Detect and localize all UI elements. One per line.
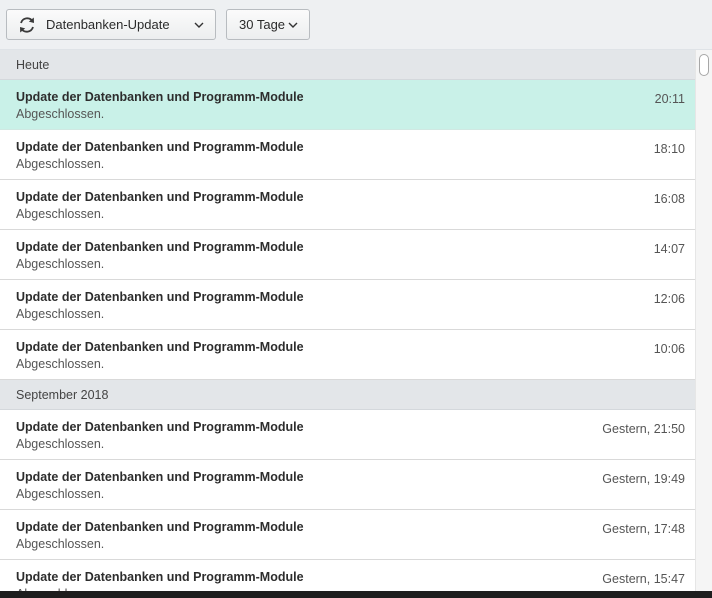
list-item[interactable]: Update der Datenbanken und Programm-Modu…: [0, 510, 695, 560]
item-time: Gestern, 15:47: [602, 572, 685, 586]
item-time: 12:06: [653, 292, 685, 306]
chevron-down-icon: [194, 21, 204, 29]
item-status: Abgeschlossen.: [16, 107, 105, 121]
item-time: 20:11: [654, 92, 685, 106]
item-status: Abgeschlossen.: [16, 357, 105, 371]
item-status: Abgeschlossen.: [16, 257, 105, 271]
item-status: Abgeschlossen.: [16, 487, 105, 501]
item-time: 10:06: [653, 342, 685, 356]
item-title: Update der Datenbanken und Programm-Modu…: [16, 240, 304, 254]
section-header: September 2018: [0, 380, 695, 410]
item-title: Update der Datenbanken und Programm-Modu…: [16, 290, 304, 304]
period-label: 30 Tage: [239, 17, 286, 32]
bottom-edge: [0, 591, 712, 598]
item-title: Update der Datenbanken und Programm-Modu…: [16, 190, 304, 204]
list-item[interactable]: Update der Datenbanken und Programm-Modu…: [0, 230, 695, 280]
list-item[interactable]: Update der Datenbanken und Programm-Modu…: [0, 410, 695, 460]
list-item[interactable]: Update der Datenbanken und Programm-Modu…: [0, 280, 695, 330]
item-time: Gestern, 21:50: [602, 422, 685, 436]
item-title: Update der Datenbanken und Programm-Modu…: [16, 340, 304, 354]
section-header: Heute: [0, 50, 695, 80]
list-item[interactable]: Update der Datenbanken und Programm-Modu…: [0, 80, 695, 130]
item-time: Gestern, 19:49: [602, 472, 685, 486]
scrollbar-thumb[interactable]: [699, 54, 709, 76]
item-title: Update der Datenbanken und Programm-Modu…: [16, 140, 304, 154]
update-type-dropdown[interactable]: Datenbanken-Update: [6, 9, 216, 40]
list-item[interactable]: Update der Datenbanken und Programm-Modu…: [0, 180, 695, 230]
list-item[interactable]: Update der Datenbanken und Programm-Modu…: [0, 560, 695, 591]
update-type-label: Datenbanken-Update: [46, 17, 170, 32]
item-title: Update der Datenbanken und Programm-Modu…: [16, 520, 304, 534]
list-item[interactable]: Update der Datenbanken und Programm-Modu…: [0, 330, 695, 380]
item-title: Update der Datenbanken und Programm-Modu…: [16, 420, 304, 434]
list-item[interactable]: Update der Datenbanken und Programm-Modu…: [0, 130, 695, 180]
vertical-scrollbar[interactable]: [695, 50, 712, 591]
item-status: Abgeschlossen.: [16, 537, 105, 551]
period-dropdown[interactable]: 30 Tage: [226, 9, 310, 40]
item-status: Abgeschlossen.: [16, 207, 105, 221]
item-title: Update der Datenbanken und Programm-Modu…: [16, 470, 304, 484]
item-time: 18:10: [653, 142, 685, 156]
toolbar: Datenbanken-Update 30 Tage: [0, 0, 712, 50]
list-item[interactable]: Update der Datenbanken und Programm-Modu…: [0, 460, 695, 510]
item-status: Abgeschlossen.: [16, 437, 105, 451]
item-status: Abgeschlossen.: [16, 307, 105, 321]
item-time: 14:07: [653, 242, 685, 256]
item-status: Abgeschlossen.: [16, 157, 105, 171]
item-title: Update der Datenbanken und Programm-Modu…: [16, 570, 304, 584]
update-history-list: Heute Update der Datenbanken und Programm…: [0, 50, 695, 591]
refresh-icon: [17, 15, 37, 35]
chevron-down-icon: [288, 21, 298, 29]
item-title: Update der Datenbanken und Programm-Modu…: [16, 90, 304, 104]
item-time: 16:08: [653, 192, 685, 206]
item-time: Gestern, 17:48: [602, 522, 685, 536]
